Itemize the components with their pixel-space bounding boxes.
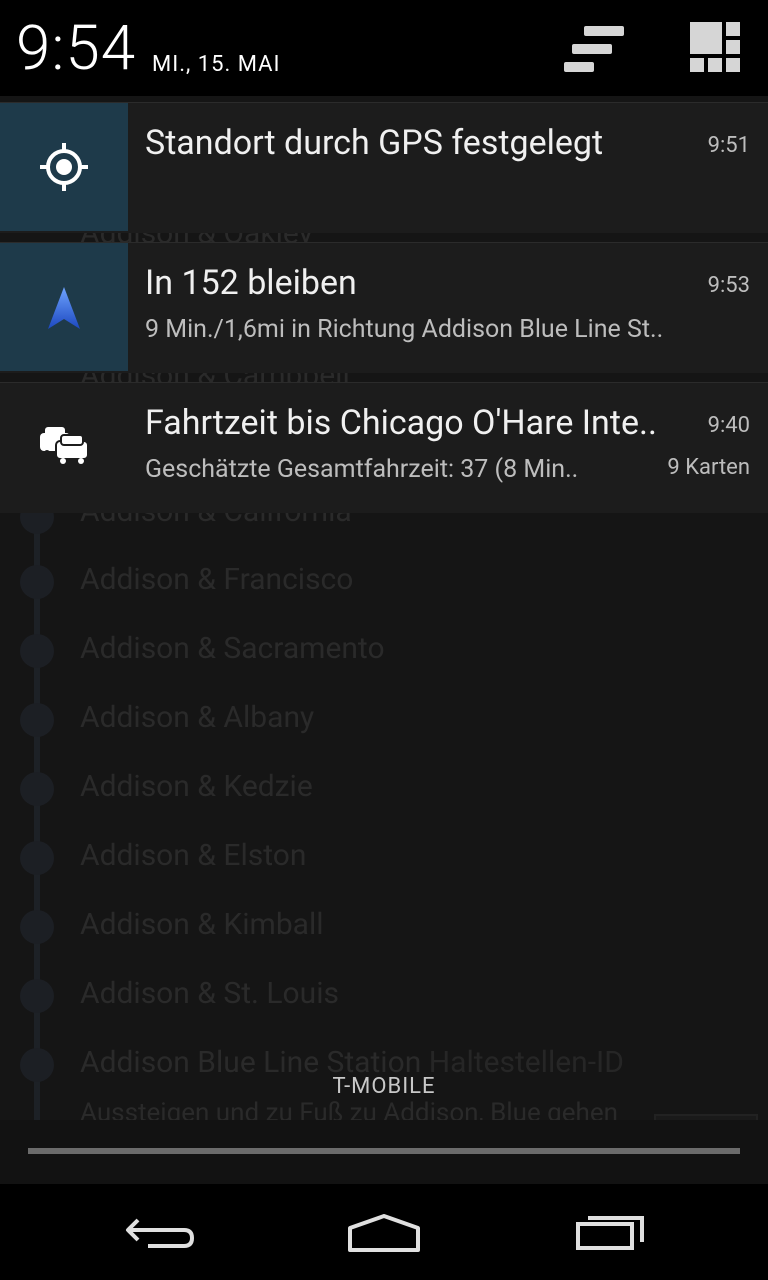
stop-label: Addison & Elston bbox=[80, 838, 307, 873]
date: MI., 15. MAI bbox=[152, 52, 281, 77]
recent-apps-button[interactable] bbox=[560, 1202, 660, 1262]
shade-handle[interactable] bbox=[0, 1120, 768, 1184]
notification-title: Standort durch GPS festgelegt bbox=[145, 123, 604, 163]
stop-label: Addison & Sacramento bbox=[80, 631, 385, 666]
clear-icon bbox=[584, 26, 624, 36]
notification-icon-box bbox=[0, 243, 128, 371]
traffic-cars-icon bbox=[40, 427, 89, 464]
stop-dot bbox=[20, 565, 54, 599]
notification-time: 9:53 bbox=[707, 273, 750, 298]
carrier-label: T-MOBILE bbox=[332, 1074, 436, 1099]
notification-subtitle: Geschätzte Gesamtfahrzeit: 37 (8 Min.. bbox=[145, 455, 579, 484]
back-icon bbox=[126, 1218, 195, 1248]
notification-count: 9 Karten bbox=[667, 455, 750, 480]
notification-subtitle: 9 Min./1,6mi in Richtung Addison Blue Li… bbox=[145, 315, 664, 344]
stop-dot bbox=[20, 910, 54, 944]
recent-apps-icon bbox=[576, 1216, 644, 1250]
status-bar: 9:54 MI., 15. MAI bbox=[0, 0, 768, 96]
notification-time: 9:40 bbox=[707, 413, 750, 438]
clear-icon bbox=[572, 44, 612, 54]
notification-time: 9:51 bbox=[707, 133, 750, 158]
handle-bar bbox=[28, 1148, 740, 1154]
navigation-arrow-icon bbox=[48, 287, 80, 329]
tile-icon bbox=[726, 58, 740, 72]
stop-dot bbox=[20, 703, 54, 737]
tile-icon bbox=[708, 58, 722, 72]
stop-dot bbox=[20, 634, 54, 668]
gps-icon bbox=[40, 143, 88, 191]
notification-title: Fahrtzeit bis Chicago O'Hare Inte.. bbox=[145, 403, 657, 443]
notification-navigation[interactable]: In 152 bleiben 9:53 9 Min./1,6mi in Rich… bbox=[0, 242, 768, 373]
notification-gps[interactable]: Standort durch GPS festgelegt 9:51 bbox=[0, 102, 768, 233]
stop-label: Addison & Francisco bbox=[80, 562, 354, 597]
clear-all-button[interactable] bbox=[558, 24, 628, 78]
stop-dot bbox=[20, 772, 54, 806]
stop-label: Addison & St. Louis bbox=[80, 976, 339, 1011]
stop-dot bbox=[20, 841, 54, 875]
home-button[interactable] bbox=[334, 1202, 434, 1262]
notification-traffic[interactable]: Fahrtzeit bis Chicago O'Hare Inte.. 9:40… bbox=[0, 382, 768, 513]
notification-title: In 152 bleiben bbox=[145, 263, 357, 303]
tile-icon bbox=[726, 22, 740, 36]
stop-label: Addison & Kimball bbox=[80, 907, 324, 942]
navigation-bar bbox=[0, 1184, 768, 1280]
stop-label: Addison & Kedzie bbox=[80, 769, 313, 804]
quick-settings-button[interactable] bbox=[690, 22, 744, 76]
clock: 9:54 bbox=[16, 12, 137, 85]
stop-label: Addison & Albany bbox=[80, 700, 315, 735]
tile-icon bbox=[690, 58, 704, 72]
notification-icon-box bbox=[0, 383, 128, 511]
tile-icon bbox=[726, 40, 740, 54]
stop-dot bbox=[20, 979, 54, 1013]
notification-icon-box bbox=[0, 103, 128, 231]
clear-icon bbox=[564, 62, 594, 72]
home-icon bbox=[348, 1214, 420, 1252]
user-icon bbox=[690, 22, 722, 54]
back-button[interactable] bbox=[110, 1202, 210, 1262]
